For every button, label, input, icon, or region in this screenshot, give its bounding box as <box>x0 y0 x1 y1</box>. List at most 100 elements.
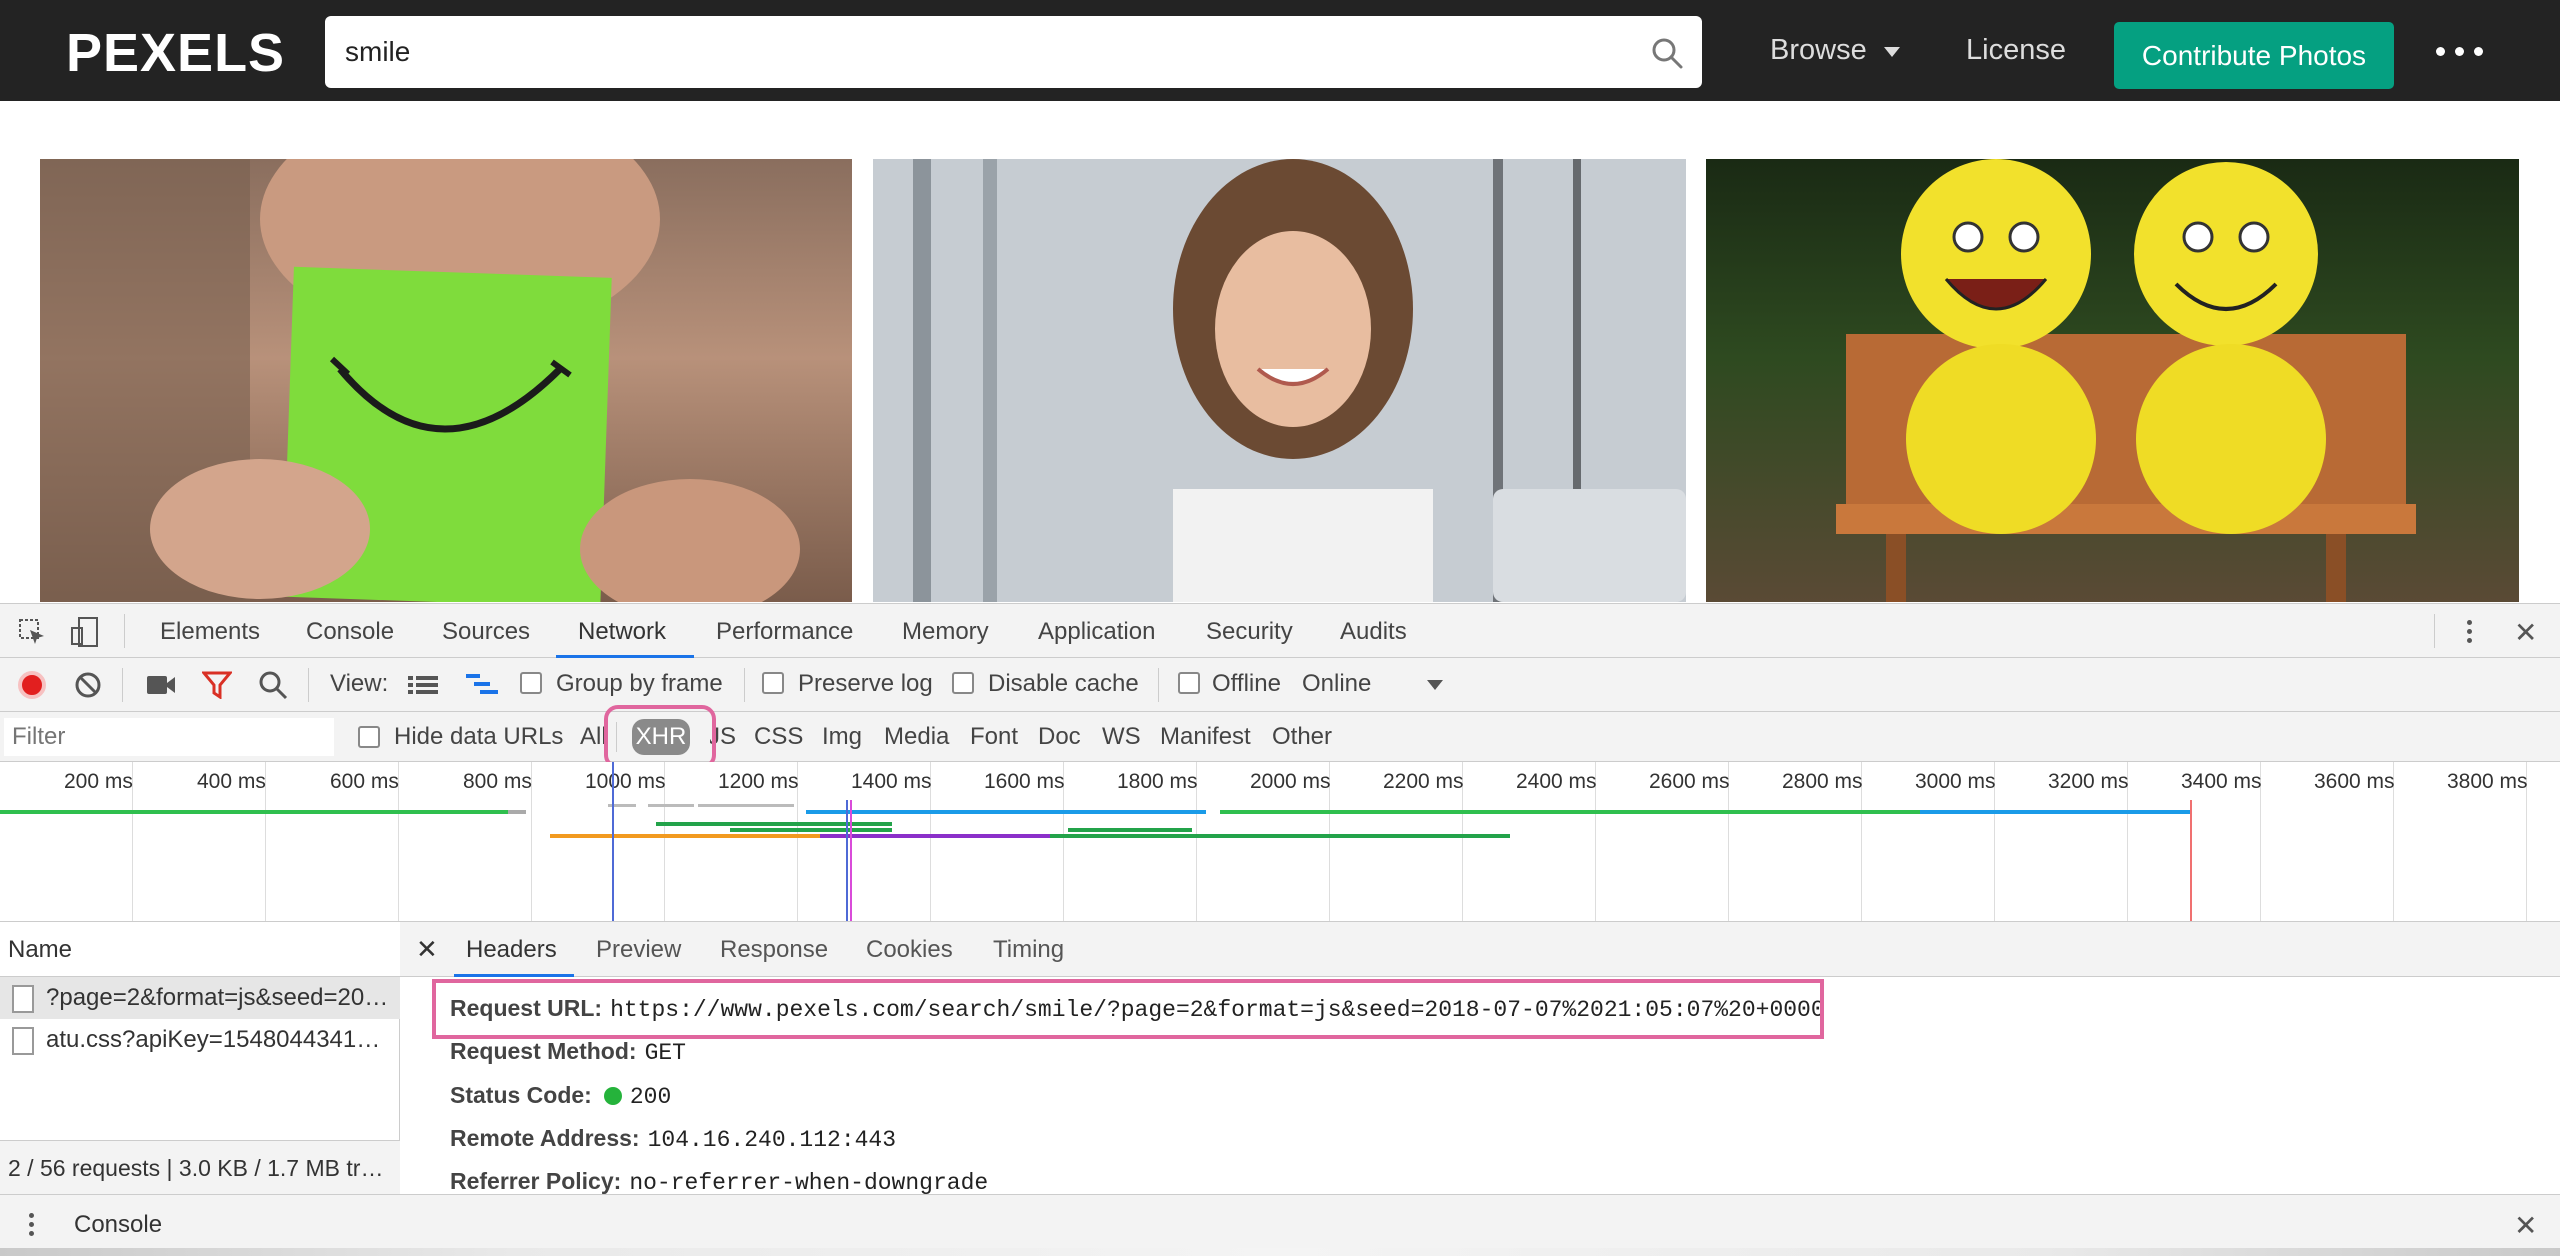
filter-icon[interactable] <box>202 671 232 699</box>
devtools-menu-icon[interactable] <box>2460 618 2480 646</box>
throttling-select[interactable]: Online <box>1302 670 1371 698</box>
requests-summary: 2 / 56 requests | 3.0 KB / 1.7 MB transf… <box>0 1140 400 1194</box>
tab-timing[interactable]: Timing <box>993 936 1064 964</box>
preserve-log-checkbox[interactable] <box>762 672 784 694</box>
view-label: View: <box>330 670 389 697</box>
clear-icon[interactable] <box>74 671 102 699</box>
nav-browse[interactable]: Browse <box>1770 34 1867 67</box>
status-ok-icon <box>603 1087 622 1105</box>
request-row[interactable]: atu.css?apiKey=1548044341… <box>0 1019 400 1061</box>
tab-cookies[interactable]: Cookies <box>866 936 953 964</box>
tab-response[interactable]: Response <box>720 936 828 964</box>
request-list: Name ?page=2&format=js&seed=2018-07-07%2… <box>0 922 400 1194</box>
nav-license[interactable]: License <box>1966 34 2066 67</box>
header-status-code: Status Code: 200 <box>450 1082 671 1110</box>
screenshot-icon[interactable] <box>146 673 176 697</box>
network-timeline-overview[interactable]: 200 ms 400 ms 600 ms 800 ms 1000 ms 1200… <box>0 762 2560 922</box>
close-details-icon[interactable]: ✕ <box>416 934 438 965</box>
document-icon <box>12 985 34 1013</box>
header-value[interactable]: no-referrer-when-downgrade <box>629 1170 988 1196</box>
contribute-photos-button[interactable]: Contribute Photos <box>2114 22 2394 89</box>
filter-css[interactable]: CSS <box>754 723 803 751</box>
disable-cache-label: Disable cache <box>988 670 1139 697</box>
chevron-down-icon[interactable] <box>1427 680 1443 690</box>
tab-network[interactable]: Network <box>578 618 666 646</box>
disable-cache-checkbox[interactable] <box>952 672 974 694</box>
photo-smiling-woman[interactable] <box>873 159 1686 602</box>
header-referrer-policy: Referrer Policy: no-referrer-when-downgra… <box>450 1168 988 1196</box>
group-by-frame-label: Group by frame <box>556 670 723 697</box>
site-header: PEXELS smile Browse License Contribute P… <box>0 0 2560 101</box>
window-edge <box>0 1248 2560 1256</box>
drawer-tab-console[interactable]: Console <box>74 1211 162 1239</box>
close-drawer-icon[interactable]: ✕ <box>2514 1209 2537 1242</box>
filter-doc[interactable]: Doc <box>1038 723 1081 751</box>
tab-elements[interactable]: Elements <box>160 618 260 646</box>
request-row[interactable]: ?page=2&format=js&seed=2018-07-07%2021:0… <box>0 977 400 1019</box>
requests-summary-text: 2 / 56 requests | 3.0 KB / 1.7 MB transf… <box>8 1155 396 1181</box>
filter-font[interactable]: Font <box>970 723 1018 751</box>
tick-label: 1000 ms <box>585 770 666 793</box>
hide-data-urls-label: Hide data URLs <box>394 723 564 750</box>
filter-media[interactable]: Media <box>884 723 949 751</box>
search-input[interactable]: smile <box>325 16 1702 88</box>
drawer-menu-icon[interactable] <box>22 1211 42 1239</box>
tab-application[interactable]: Application <box>1038 618 1155 646</box>
tab-headers[interactable]: Headers <box>466 936 557 964</box>
search-icon[interactable] <box>258 670 288 700</box>
tab-security[interactable]: Security <box>1206 618 1293 646</box>
tick-label: 3600 ms <box>2314 770 2395 793</box>
network-filter-bar: Hide data URLs All XHR JS CSS Img Media … <box>0 712 2560 762</box>
more-icon[interactable] <box>2436 47 2484 57</box>
tick-label: 400 ms <box>197 770 266 793</box>
tick-label: 1800 ms <box>1117 770 1198 793</box>
inspect-element-icon[interactable] <box>18 618 46 646</box>
search-icon[interactable] <box>1650 36 1684 70</box>
hide-data-urls-checkbox[interactable] <box>358 726 380 748</box>
search-query[interactable]: smile <box>345 36 410 68</box>
tab-audits[interactable]: Audits <box>1340 618 1407 646</box>
chevron-down-icon[interactable] <box>1884 47 1900 57</box>
name-column-label: Name <box>8 936 73 963</box>
header-key: Referrer Policy: <box>450 1168 622 1194</box>
tab-memory[interactable]: Memory <box>902 618 989 646</box>
tick-label: 3200 ms <box>2048 770 2129 793</box>
details-tabbar: ✕ Headers Preview Response Cookies Timin… <box>400 922 2560 977</box>
header-value[interactable]: 104.16.240.112:443 <box>648 1127 896 1153</box>
filter-all[interactable]: All <box>580 723 604 751</box>
header-key: Status Code: <box>450 1082 592 1108</box>
tab-preview[interactable]: Preview <box>596 936 681 964</box>
filter-ws[interactable]: WS <box>1102 723 1141 751</box>
offline-checkbox[interactable] <box>1178 672 1200 694</box>
group-by-frame-checkbox[interactable] <box>520 672 542 694</box>
header-value[interactable]: GET <box>645 1040 686 1066</box>
filter-img[interactable]: Img <box>822 723 862 751</box>
tab-sources[interactable]: Sources <box>442 618 530 646</box>
preserve-log-label: Preserve log <box>798 670 933 697</box>
tab-performance[interactable]: Performance <box>716 618 853 646</box>
document-icon <box>12 1027 34 1055</box>
console-drawer: Console ✕ <box>0 1194 2560 1256</box>
photo-sticky-note-smile[interactable] <box>40 159 852 602</box>
tick-label: 2800 ms <box>1782 770 1863 793</box>
device-toolbar-icon[interactable] <box>70 616 100 648</box>
close-devtools-icon[interactable]: ✕ <box>2514 616 2537 649</box>
pexels-logo[interactable]: PEXELS <box>66 22 285 84</box>
tick-label: 3800 ms <box>2447 770 2528 793</box>
request-name: ?page=2&format=js&seed=2018-07-07%2021:0… <box>46 984 394 1011</box>
request-url-annotation-highlight <box>432 979 1824 1039</box>
name-column-header[interactable]: Name <box>0 922 400 977</box>
waterfall-overview-icon[interactable] <box>466 672 498 698</box>
tab-console[interactable]: Console <box>306 618 394 646</box>
large-rows-icon[interactable] <box>408 674 438 696</box>
header-value[interactable]: 200 <box>630 1084 671 1110</box>
photo-smiley-plush-toys[interactable] <box>1706 159 2519 602</box>
header-remote-address: Remote Address: 104.16.240.112:443 <box>450 1125 896 1153</box>
filter-input[interactable] <box>4 718 334 756</box>
filter-other[interactable]: Other <box>1272 723 1332 751</box>
record-icon[interactable] <box>18 671 46 699</box>
tick-label: 200 ms <box>64 770 133 793</box>
header-request-method: Request Method: GET <box>450 1038 686 1066</box>
tick-label: 2400 ms <box>1516 770 1597 793</box>
filter-manifest[interactable]: Manifest <box>1160 723 1251 751</box>
